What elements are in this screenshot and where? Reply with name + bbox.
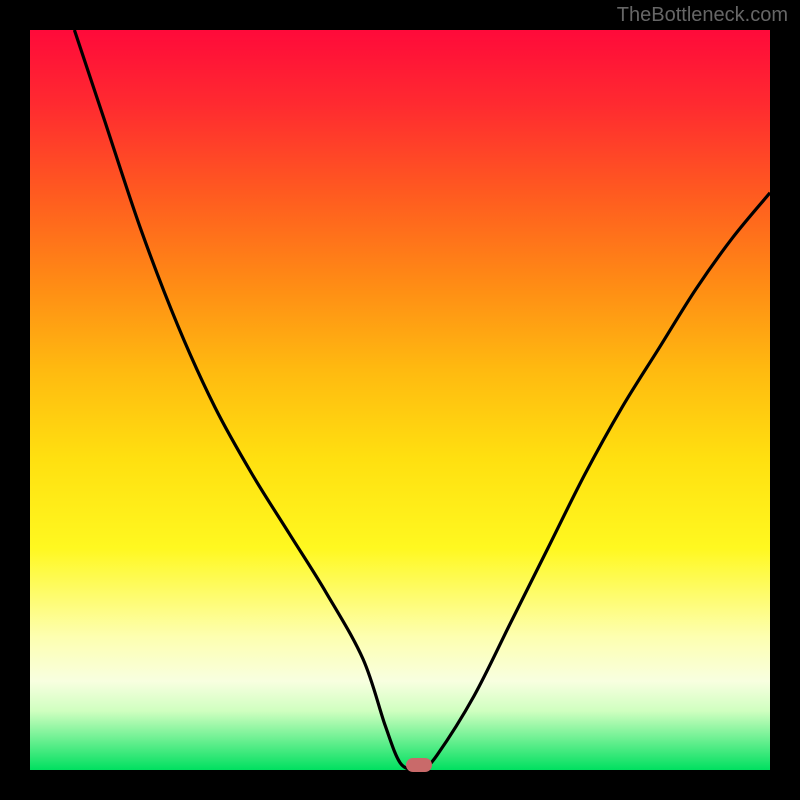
chart-plot-area xyxy=(30,30,770,770)
optimum-marker xyxy=(406,758,432,772)
bottleneck-curve xyxy=(30,30,770,770)
attribution-label: TheBottleneck.com xyxy=(617,4,788,27)
